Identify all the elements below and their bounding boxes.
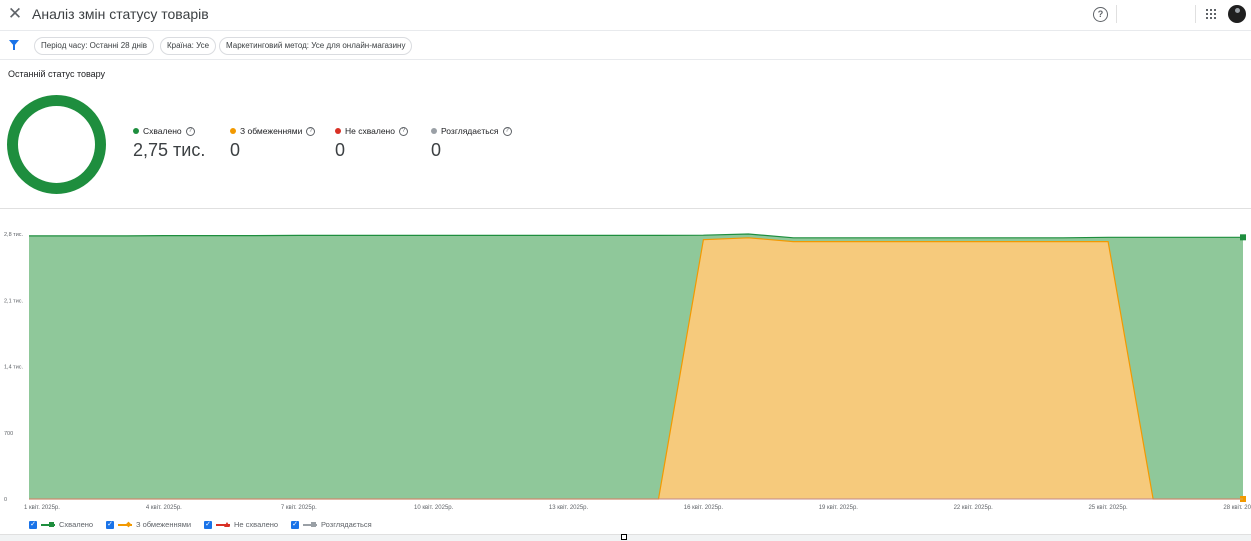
- legend-label: Не схвалено: [234, 520, 279, 529]
- series-symbol-icon: [216, 521, 230, 529]
- status-area-chart: 0 700 1,4 тис. 2,1 тис. 2,8 тис. 1 квіт. 2025…: [4, 232, 1251, 511]
- status-dot: [133, 128, 139, 134]
- x-tick-label: 13 квіт. 2025р.: [549, 505, 589, 511]
- help-icon[interactable]: ?: [1093, 7, 1108, 22]
- stat-pending: Розглядається? 0: [431, 126, 512, 161]
- legend-label: Схвалено: [59, 520, 94, 529]
- stat-value: 2,75 тис.: [133, 140, 206, 160]
- stat-label: З обмеженнями: [240, 126, 303, 136]
- stat-label: Не схвалено: [345, 126, 395, 136]
- stat-value: 0: [230, 140, 241, 160]
- x-tick-label: 7 квіт. 2025р.: [281, 505, 317, 511]
- stat-label: Схвалено: [143, 126, 182, 136]
- close-icon[interactable]: ✕: [7, 5, 23, 23]
- legend-item-limited[interactable]: ✓ З обмеженнями: [106, 520, 191, 529]
- x-tick-label: 22 квіт. 2025р.: [954, 505, 994, 511]
- help-icon[interactable]: ?: [306, 126, 316, 136]
- stat-label: Розглядається: [441, 126, 499, 136]
- donut-ring-approved: [7, 95, 106, 194]
- stat-value: 0: [431, 140, 442, 160]
- legend-item-disapproved[interactable]: ✓ Не схвалено: [204, 520, 278, 529]
- filter-chip-period[interactable]: Період часу: Останні 28 днів: [34, 37, 154, 55]
- y-tick-label: 700: [4, 431, 13, 437]
- stat-disapproved: Не схвалено? 0: [335, 126, 408, 161]
- legend-item-approved[interactable]: ✓ Схвалено: [29, 520, 93, 529]
- stat-value: 0: [335, 140, 346, 160]
- filter-chip-country[interactable]: Країна: Усе: [160, 37, 217, 55]
- filter-icon[interactable]: [9, 40, 19, 50]
- status-dot: [335, 128, 341, 134]
- y-tick-label: 2,1 тис.: [4, 298, 24, 304]
- section-title: Останній статус товару: [8, 69, 106, 79]
- filter-chip-marketing-method[interactable]: Маркетинговий метод: Усе для онлайн-мага…: [219, 37, 413, 55]
- legend-label: З обмеженнями: [136, 520, 192, 529]
- series-symbol-icon: [118, 521, 132, 529]
- y-tick-label: 0: [4, 497, 7, 503]
- x-tick-label: 16 квіт. 2025р.: [684, 505, 724, 511]
- checkbox-pending[interactable]: ✓: [291, 520, 299, 529]
- status-dot: [431, 128, 437, 134]
- top-bar: ✕ Аналіз змін статусу товарів ?: [0, 0, 1251, 31]
- apps-grid-icon[interactable]: [1206, 9, 1216, 19]
- status-dot: [230, 128, 236, 134]
- series-symbol-icon: [41, 521, 55, 529]
- page-title: Аналіз змін статусу товарів: [32, 6, 209, 22]
- series-end-marker-approved: [1240, 234, 1246, 241]
- y-tick-label: 2,8 тис.: [4, 232, 24, 238]
- help-icon[interactable]: ?: [398, 126, 408, 136]
- checkbox-limited[interactable]: ✓: [106, 520, 114, 529]
- x-tick-label: 25 квіт. 2025р.: [1088, 505, 1128, 511]
- x-tick-label: 28 квіт. 2025р.: [1223, 505, 1251, 511]
- section-divider: [0, 208, 1251, 209]
- x-tick-label: 10 квіт. 2025р.: [414, 505, 454, 511]
- stat-limited: З обмеженнями? 0: [230, 126, 316, 161]
- checkbox-approved[interactable]: ✓: [29, 520, 37, 529]
- cursor: [621, 534, 627, 540]
- help-icon[interactable]: ?: [502, 126, 512, 136]
- toolbar-divider: [1116, 5, 1117, 23]
- series-symbol-icon: [303, 521, 317, 529]
- toolbar-divider: [1195, 5, 1196, 23]
- legend-label: Розглядається: [321, 520, 372, 529]
- legend-item-pending[interactable]: ✓ Розглядається: [291, 520, 372, 529]
- x-tick-label: 4 квіт. 2025р.: [146, 505, 182, 511]
- stat-approved: Схвалено? 2,75 тис.: [133, 126, 205, 161]
- x-tick-label: 1 квіт. 2025р.: [24, 505, 60, 511]
- status-donut-chart: [7, 95, 106, 194]
- user-avatar[interactable]: [1228, 5, 1246, 23]
- filter-bar: Період часу: Останні 28 днів Країна: Усе…: [0, 31, 1251, 60]
- help-icon[interactable]: ?: [185, 126, 195, 136]
- checkbox-disapproved[interactable]: ✓: [204, 520, 212, 529]
- y-tick-label: 1,4 тис.: [4, 365, 24, 371]
- x-tick-label: 19 квіт. 2025р.: [819, 505, 859, 511]
